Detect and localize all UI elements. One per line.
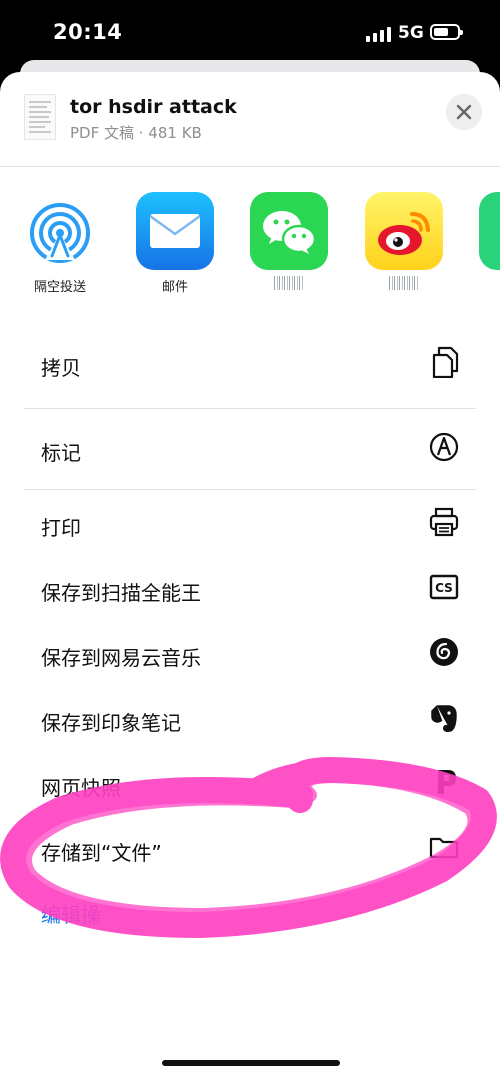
action-label: 拷贝 bbox=[41, 356, 81, 380]
action-label: 保存到网易云音乐 bbox=[41, 646, 201, 670]
share-header: tor hsdir attack PDF 文稿 · 481 KB bbox=[0, 72, 500, 167]
home-indicator bbox=[162, 1060, 340, 1066]
markup-icon bbox=[429, 432, 459, 462]
action-save-netease[interactable]: 保存到网易云音乐 bbox=[24, 620, 476, 685]
weibo-icon bbox=[365, 192, 443, 270]
printer-icon bbox=[429, 507, 459, 537]
action-save-evernote[interactable]: 保存到印象笔记 bbox=[24, 685, 476, 750]
airdrop-icon bbox=[21, 192, 99, 270]
action-list: 拷贝 标记 打印 保存到扫描全能王 CS 保存到网易云音乐 保存到印象笔记 网页… bbox=[24, 330, 476, 880]
action-label: 保存到扫描全能王 bbox=[41, 581, 201, 605]
action-label: 存储到“文件” bbox=[41, 841, 162, 865]
document-meta: PDF 文稿 · 481 KB bbox=[70, 124, 202, 142]
action-label: 网页快照 bbox=[41, 776, 121, 800]
action-label: 保存到印象笔记 bbox=[41, 711, 181, 735]
camscanner-icon: CS bbox=[429, 574, 459, 600]
redacted-label bbox=[389, 276, 419, 290]
action-label: 打印 bbox=[41, 516, 81, 540]
mail-icon bbox=[136, 192, 214, 270]
share-app-airdrop[interactable]: 隔空投送 bbox=[12, 192, 108, 295]
snapshot-icon bbox=[438, 770, 456, 794]
document-thumbnail bbox=[24, 94, 56, 140]
action-web-snapshot[interactable]: 网页快照 bbox=[24, 750, 476, 815]
action-save-camscanner[interactable]: 保存到扫描全能王 CS bbox=[24, 555, 476, 620]
redacted-label bbox=[274, 276, 304, 290]
share-app-label bbox=[241, 276, 337, 292]
edit-actions-link[interactable]: 编辑操 bbox=[41, 899, 101, 928]
partial-app-icon bbox=[479, 192, 500, 270]
folder-icon bbox=[429, 837, 459, 859]
clock: 20:14 bbox=[53, 20, 123, 44]
wechat-icon bbox=[250, 192, 328, 270]
share-app-label bbox=[356, 276, 452, 292]
action-save-to-files[interactable]: 存储到“文件” bbox=[24, 815, 476, 880]
cellular-signal-icon bbox=[366, 26, 391, 42]
share-app-label: 隔空投送 bbox=[33, 280, 86, 295]
evernote-icon bbox=[431, 705, 457, 732]
app-share-row: 隔空投送 邮件 bbox=[0, 192, 500, 302]
netease-music-icon bbox=[430, 638, 458, 666]
action-copy[interactable]: 拷贝 bbox=[24, 330, 476, 409]
network-type: 5G bbox=[398, 23, 424, 43]
close-icon bbox=[456, 104, 472, 120]
action-label: 标记 bbox=[41, 441, 81, 465]
status-bar: 20:14 5G bbox=[0, 0, 500, 62]
copy-icon bbox=[432, 346, 459, 378]
share-sheet: tor hsdir attack PDF 文稿 · 481 KB 隔空投送 邮件… bbox=[0, 72, 500, 1068]
action-markup[interactable]: 标记 bbox=[24, 409, 476, 490]
document-title: tor hsdir attack bbox=[70, 96, 237, 118]
close-button[interactable] bbox=[446, 94, 482, 130]
share-app-mail[interactable]: 邮件 bbox=[127, 192, 223, 295]
share-app-weibo[interactable] bbox=[356, 192, 452, 292]
action-print[interactable]: 打印 bbox=[24, 490, 476, 555]
battery-icon bbox=[430, 24, 463, 40]
share-app-more[interactable] bbox=[470, 192, 500, 270]
share-app-label: 邮件 bbox=[161, 280, 188, 295]
share-app-wechat[interactable] bbox=[241, 192, 337, 292]
svg-text:CS: CS bbox=[435, 581, 453, 595]
